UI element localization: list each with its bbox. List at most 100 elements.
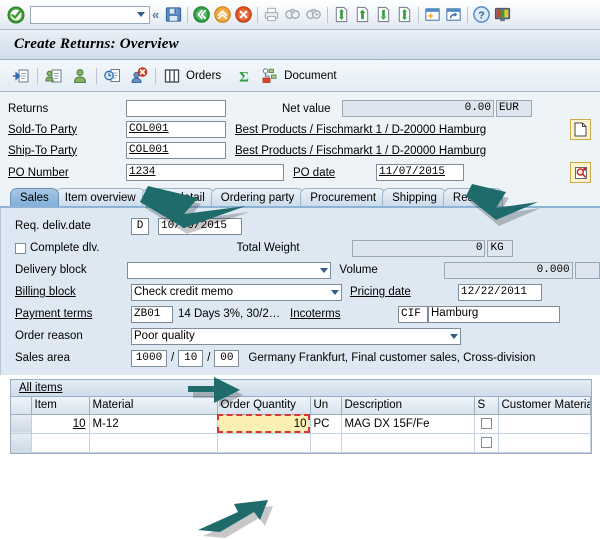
select-all-column-header[interactable] [11,397,31,414]
billing-block-label[interactable]: Billing block [15,286,131,298]
incoterms-label[interactable]: Incoterms [290,308,398,320]
create-shortcut-button[interactable] [444,5,463,24]
incoterms-code-input[interactable]: CIF [398,306,428,323]
ship-to-party-description[interactable]: Best Products / Fischmarkt 1 / D-20000 H… [235,145,486,157]
volume-label: Volume [339,264,443,276]
cell-description[interactable]: MAG DX 15F/Fe [341,414,474,433]
cell-material[interactable] [89,433,217,452]
column-header-unit[interactable]: Un [310,397,341,414]
orders-grid-icon[interactable] [162,66,182,86]
cell-unit[interactable]: PC [310,414,341,433]
distribution-channel-input[interactable]: 10 [178,350,203,367]
print-button[interactable] [262,5,281,24]
column-header-description[interactable]: Description [341,397,474,414]
delivery-block-select[interactable] [127,262,331,279]
back-button[interactable] [192,5,211,24]
ship-to-party-label[interactable]: Ship-To Party [8,145,126,157]
billing-block-select[interactable]: Check credit memo [131,284,342,301]
last-page-button[interactable] [395,5,414,24]
table-row[interactable] [11,433,591,452]
ship-to-party-input[interactable]: COL001 [126,142,226,159]
cancel-button[interactable] [234,5,253,24]
tab-procurement[interactable]: Procurement [300,188,386,206]
help-button[interactable]: ? [472,5,491,24]
chevron-down-icon[interactable] [320,268,328,273]
cell-item[interactable]: 10 [31,414,89,433]
sold-to-party-input[interactable]: COL001 [126,121,226,138]
row-selector[interactable] [11,414,31,433]
command-field[interactable] [30,6,150,24]
green-check-icon[interactable] [7,6,25,24]
tab-item-detail[interactable]: Item detail [142,188,215,206]
person-icon[interactable] [70,66,90,86]
orders-button-label[interactable]: Orders [186,70,221,82]
card-person-icon[interactable] [44,66,64,86]
find-button[interactable] [283,5,302,24]
sigma-icon[interactable]: Σ [234,66,254,86]
chevron-down-icon[interactable] [450,334,458,339]
exit-button[interactable] [213,5,232,24]
cell-item[interactable] [31,433,89,452]
payment-terms-label[interactable]: Payment terms [15,308,131,320]
complete-delivery-checkbox[interactable] [15,243,26,254]
cell-order-quantity[interactable] [217,433,310,452]
column-header-s[interactable]: S [474,397,498,414]
header-detail-button[interactable] [570,119,591,140]
table-row[interactable]: 10 M-12 10 PC MAG DX 15F/Fe [11,414,591,433]
returns-input[interactable] [126,100,226,117]
tab-item-overview[interactable]: Item overview [55,188,146,206]
document-flow-icon[interactable] [260,66,280,86]
po-date-input[interactable]: 11/07/2015 [376,164,464,181]
first-page-button[interactable] [332,5,351,24]
document-button-label[interactable]: Document [284,70,336,82]
tab-ordering-party[interactable]: Ordering party [211,188,305,206]
order-reason-select[interactable]: Poor quality [131,328,461,345]
tab-reason[interactable]: Reason [443,188,503,206]
column-header-item[interactable]: Item [31,397,89,414]
incoterms-text-input[interactable]: Hamburg [428,306,560,323]
cell-order-quantity[interactable]: 10 [217,414,310,433]
s-checkbox[interactable] [481,437,492,448]
order-reason-row: Order reason Poor quality [1,325,600,347]
clock-doc-icon[interactable] [103,66,123,86]
billing-block-value: Check credit memo [134,286,328,298]
sold-to-party-description[interactable]: Best Products / Fischmarkt 1 / D-20000 H… [235,124,486,136]
collapse-command-field-icon[interactable]: « [152,7,159,22]
create-session-button[interactable] [423,5,442,24]
tab-shipping[interactable]: Shipping [382,188,447,206]
po-date-label[interactable]: PO date [284,167,376,179]
cell-customer-material[interactable] [498,433,591,452]
row-selector[interactable] [11,433,31,452]
column-header-customer-material[interactable]: Customer Material Nur [498,397,591,414]
chevron-down-icon[interactable] [137,12,145,17]
division-input[interactable]: 00 [214,350,239,367]
req-deliv-date-input[interactable]: 10/09/2015 [158,218,242,235]
pricing-date-input[interactable]: 12/22/2011 [458,284,542,301]
find-next-button[interactable] [304,5,323,24]
sales-organization-input[interactable]: 1000 [131,350,167,367]
s-checkbox[interactable] [481,418,492,429]
save-button[interactable] [164,5,183,24]
red-cross-person-icon[interactable] [129,66,149,86]
blue-arrow-doc-icon[interactable] [11,66,31,86]
previous-page-button[interactable] [353,5,372,24]
sold-to-party-label[interactable]: Sold-To Party [8,124,126,136]
cell-s[interactable] [474,414,498,433]
cell-customer-material[interactable] [498,414,591,433]
po-number-label[interactable]: PO Number [8,167,126,179]
cell-unit[interactable] [310,433,341,452]
chevron-down-icon[interactable] [331,290,339,295]
pricing-date-label[interactable]: Pricing date [350,286,458,298]
po-number-input[interactable]: 1234 [126,164,284,181]
cell-s[interactable] [474,433,498,452]
req-deliv-date-type-input[interactable]: D [131,218,149,235]
cell-description[interactable] [341,433,474,452]
column-header-order-quantity[interactable]: Order Quantity [217,397,310,414]
header-search-button[interactable] [570,162,591,183]
column-header-material[interactable]: Material [89,397,217,414]
customize-layout-button[interactable] [493,5,512,24]
cell-material[interactable]: M-12 [89,414,217,433]
tab-sales[interactable]: Sales [10,188,59,206]
next-page-button[interactable] [374,5,393,24]
payment-terms-code-input[interactable]: ZB01 [131,306,173,323]
